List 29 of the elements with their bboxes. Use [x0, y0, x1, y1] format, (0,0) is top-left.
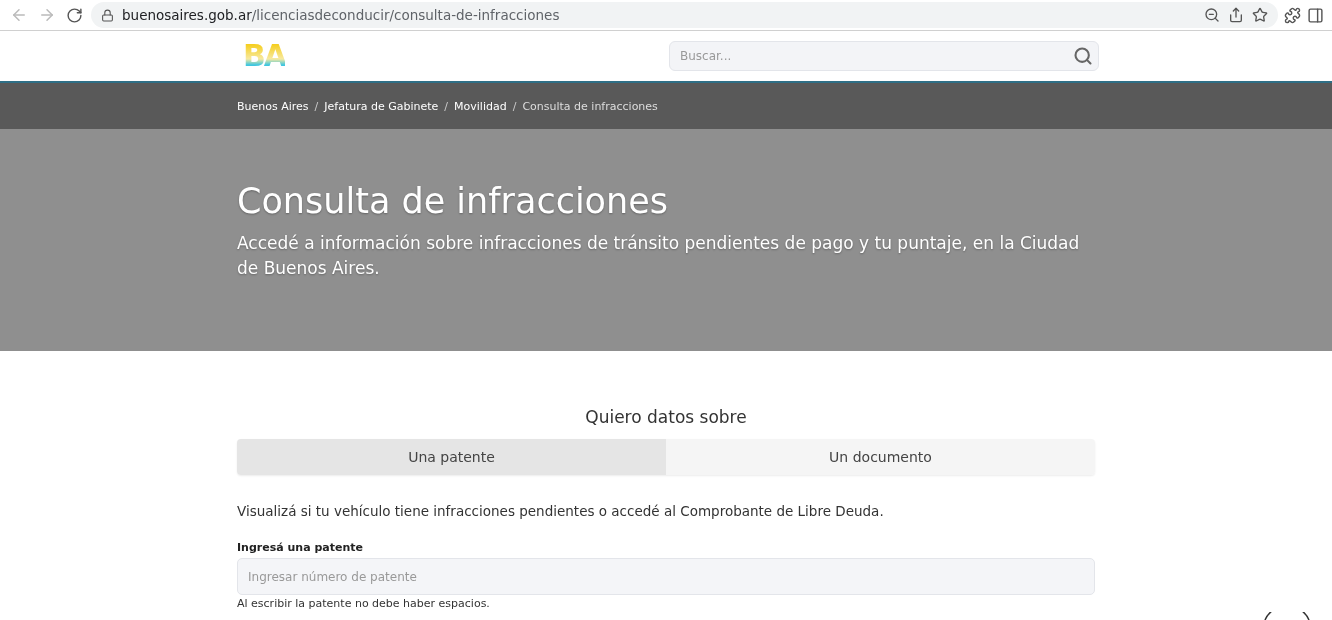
page-subtitle: Accedé a información sobre infracciones de tránsito pendientes de pago y tu puntaje, en la Ciudad de Buenos Aires.	[237, 232, 1081, 280]
back-icon	[10, 6, 28, 24]
tab[interactable]: Un documento	[666, 439, 1095, 475]
page-title: Consulta de infracciones	[237, 181, 669, 221]
section-heading: Quiero datos sobre	[584, 407, 748, 427]
forward-icon	[38, 6, 56, 24]
field-hint: Al escribir la patente no debe haber espacios.	[237, 597, 491, 610]
breadcrumb-link[interactable]: Buenos Aires	[237, 99, 309, 113]
breadcrumb-current-page: Consulta de infracciones	[522, 99, 658, 113]
star-icon[interactable]	[1252, 7, 1268, 23]
plate-input-field[interactable]: Ingresar número de patente	[237, 558, 1095, 595]
reload-icon	[66, 6, 83, 24]
breadcrumb-separator: /	[444, 99, 449, 113]
breadcrumb-separator: /	[512, 99, 517, 113]
share-icon[interactable]	[1228, 7, 1244, 23]
url-text: buenosaires.gob.ar/licenciasdeconducir/consulta-de-infracciones	[122, 7, 560, 23]
puzzle-icon[interactable]	[1284, 6, 1301, 24]
side-panel-icon[interactable]	[1307, 6, 1324, 24]
search-field[interactable]: Buscar...	[669, 41, 1099, 71]
field-label: Ingresá una patente	[237, 541, 364, 554]
lock-icon	[101, 8, 114, 22]
tab[interactable]: Una patente	[237, 439, 666, 475]
breadcrumb-link[interactable]: Jefatura de Gabinete	[324, 99, 439, 113]
zoom-out-icon[interactable]	[1204, 7, 1220, 23]
description-text: Visualizá si tu vehículo tiene infracciones pendientes o accedé al Comprobante de Libre Deuda.	[237, 503, 885, 519]
breadcrumb-link[interactable]: Movilidad	[454, 99, 507, 113]
search-icon[interactable]	[1073, 46, 1093, 66]
breadcrumb-separator: /	[314, 99, 319, 113]
address-bar[interactable]: buenosaires.gob.ar/licenciasdeconducir/consulta-de-infracciones	[91, 2, 1278, 28]
